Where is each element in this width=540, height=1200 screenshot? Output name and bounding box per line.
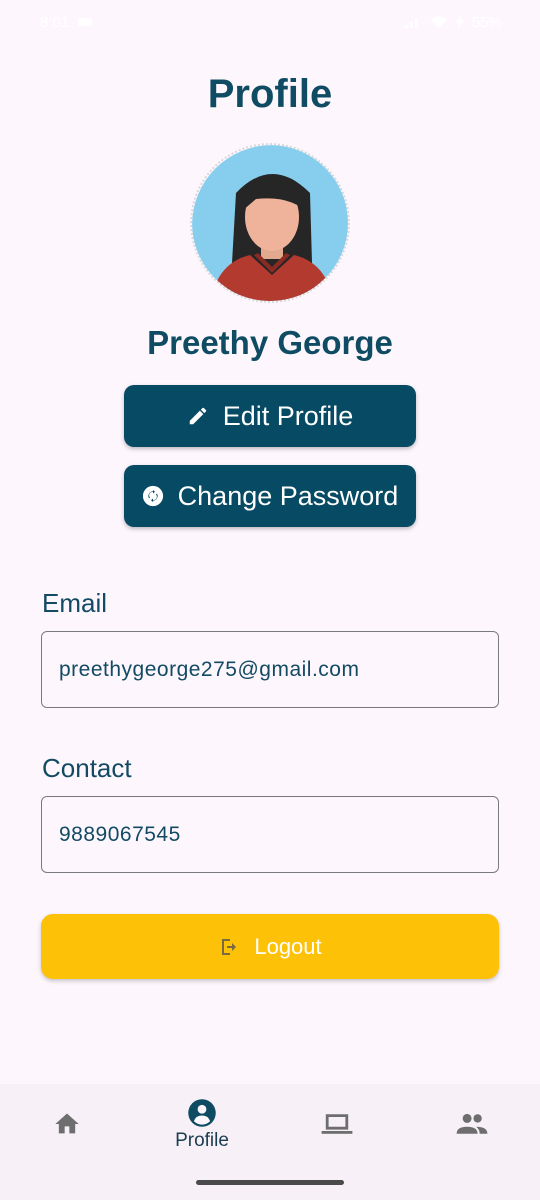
- page-title: Profile: [207, 72, 333, 116]
- wifi-icon: [430, 16, 447, 28]
- avatar-illustration: [192, 145, 348, 301]
- email-value: preethygeorge275@gmail.com: [59, 657, 360, 681]
- nav-item-laptop[interactable]: [287, 1110, 387, 1138]
- home-indicator[interactable]: [196, 1180, 344, 1185]
- change-password-button[interactable]: Change Password: [124, 465, 416, 527]
- sync-icon: [142, 485, 163, 507]
- charging-icon: [455, 15, 464, 29]
- battery-level: 55%: [471, 13, 502, 31]
- contact-label: Contact: [42, 753, 132, 783]
- status-time: 8:01: [40, 13, 70, 31]
- logout-label: Logout: [254, 933, 322, 959]
- logout-button[interactable]: Logout: [41, 914, 499, 979]
- logout-icon: [222, 938, 237, 955]
- status-bar: 8:01 55%: [0, 0, 540, 44]
- edit-profile-label: Edit Profile: [222, 400, 354, 431]
- nav-item-people[interactable]: [422, 1110, 522, 1138]
- status-right: 55%: [404, 14, 502, 31]
- status-left: 8:01: [40, 14, 93, 31]
- email-field[interactable]: preethygeorge275@gmail.com: [41, 631, 499, 708]
- edit-profile-button[interactable]: Edit Profile: [124, 385, 416, 447]
- nav-item-home[interactable]: [17, 1110, 117, 1138]
- change-password-label: Change Password: [177, 480, 399, 511]
- notification-icon: [78, 18, 93, 26]
- user-name: Preethy George: [147, 324, 393, 361]
- nav-item-profile[interactable]: Profile: [152, 1098, 252, 1152]
- profile-icon: [188, 1099, 216, 1127]
- avatar[interactable]: [190, 143, 350, 303]
- nav-label-profile: Profile: [175, 1130, 229, 1151]
- contact-field[interactable]: 9889067545: [41, 796, 499, 873]
- signal-icon: [404, 19, 418, 28]
- laptop-icon: [321, 1114, 353, 1134]
- people-icon: [456, 1113, 488, 1134]
- email-label: Email: [42, 588, 108, 618]
- pencil-icon: [189, 407, 206, 425]
- contact-value: 9889067545: [59, 822, 181, 846]
- home-icon: [55, 1113, 79, 1134]
